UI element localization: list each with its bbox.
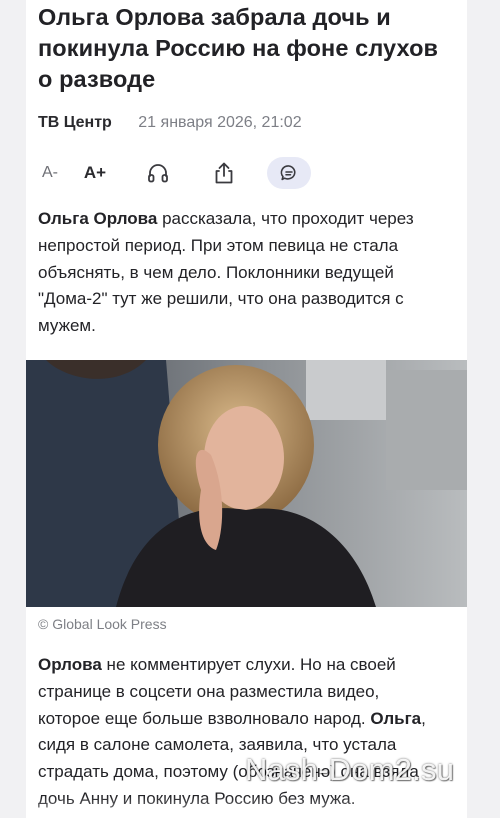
article-card: Ольга Орлова забрала дочь и покинула Рос… bbox=[26, 0, 467, 818]
comments-button[interactable] bbox=[267, 157, 311, 189]
font-increase-button[interactable]: A+ bbox=[82, 157, 108, 189]
paragraph-2-bold-2: Ольга bbox=[370, 708, 422, 728]
paragraph-2-bold-1: Орлова bbox=[38, 655, 102, 674]
article-date: 21 января 2026, 21:02 bbox=[138, 114, 302, 131]
listen-button[interactable] bbox=[144, 157, 172, 189]
article-meta: ТВ Центр 21 января 2026, 21:02 bbox=[38, 114, 302, 132]
paragraph-1-bold: Ольга Орлова bbox=[38, 209, 158, 228]
font-decrease-button[interactable]: A- bbox=[38, 157, 62, 189]
font-increase-label: A+ bbox=[83, 163, 107, 182]
headphones-icon bbox=[148, 164, 168, 183]
share-icon bbox=[215, 162, 233, 184]
article-paragraph-1: Ольга Орлова рассказала, что проходит че… bbox=[38, 206, 443, 340]
content-cutoff bbox=[26, 796, 467, 818]
share-button[interactable] bbox=[210, 157, 238, 189]
font-decrease-label: A- bbox=[42, 164, 58, 181]
article-photo[interactable] bbox=[26, 360, 467, 607]
article-paragraph-2: Орлова не комментирует слухи. Но на свое… bbox=[38, 652, 443, 813]
photo-caption: © Global Look Press bbox=[38, 616, 167, 632]
photo-illustration bbox=[26, 360, 467, 607]
article-toolbar: A- A+ bbox=[38, 157, 328, 189]
watermark: Nash-Dom2.su bbox=[245, 752, 455, 787]
article-title: Ольга Орлова забрала дочь и покинула Рос… bbox=[38, 4, 439, 92]
comment-icon bbox=[280, 165, 296, 181]
article-source[interactable]: ТВ Центр bbox=[38, 114, 112, 131]
